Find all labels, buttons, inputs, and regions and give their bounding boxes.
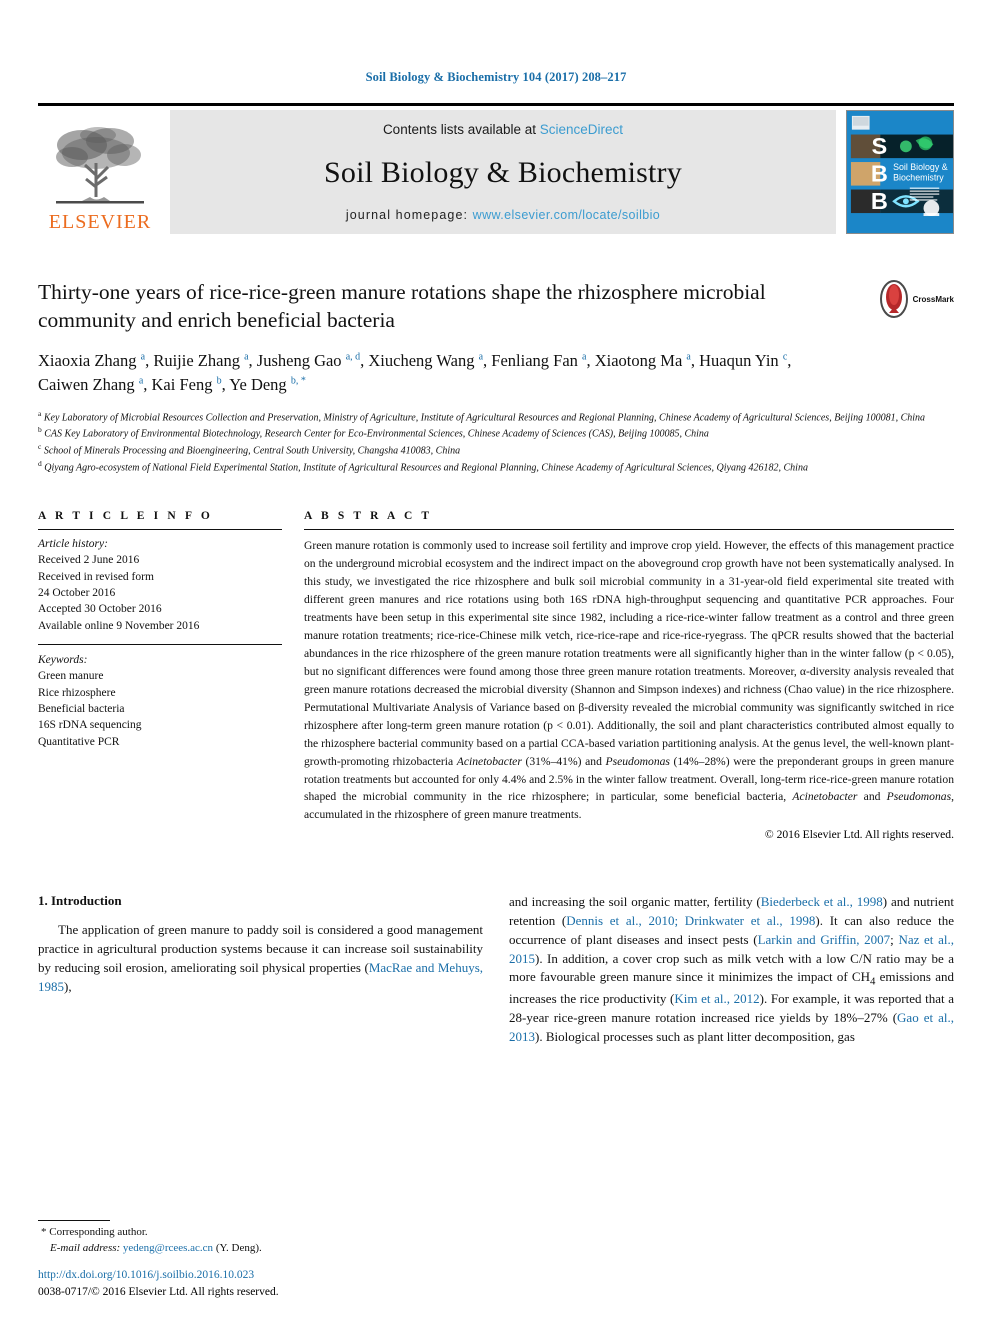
journal-band: Contents lists available at ScienceDirec… (170, 110, 836, 234)
issn-copyright-line: 0038-0717/© 2016 Elsevier Ltd. All right… (38, 1285, 279, 1298)
body-column-right: and increasing the soil organic matter, … (509, 893, 954, 1046)
affiliation-text: CAS Key Laboratory of Environmental Biot… (44, 428, 709, 440)
abstract-rule (304, 528, 954, 530)
elsevier-tree-icon (56, 127, 144, 204)
corresponding-author-text: Corresponding author. (49, 1226, 148, 1239)
keywords-label: Keywords: (38, 653, 88, 666)
body-columns: 1. Introduction The application of green… (38, 893, 954, 1046)
introduction-heading: 1. Introduction (38, 893, 122, 909)
keyword-item: Green manure (38, 670, 104, 683)
keyword-item: Rice rhizosphere (38, 686, 116, 699)
history-item: Received 2 June 2016 (38, 554, 140, 567)
elsevier-logo: ELSEVIER (38, 110, 162, 234)
asterisk-icon: * (41, 1226, 47, 1239)
article-info-heading: A R T I C L E I N F O (38, 509, 213, 522)
email-line: E-mail address: yedeng@rcees.ac.cn (Y. D… (38, 1241, 468, 1257)
svg-text:B: B (871, 188, 888, 214)
affiliation-text: Qiyang Agro-ecosystem of National Field … (44, 462, 808, 474)
article-info-column: A R T I C L E I N F O Article history: R… (38, 510, 282, 842)
abstract-copyright: © 2016 Elsevier Ltd. All rights reserved… (764, 828, 954, 842)
doi-link[interactable]: http://dx.doi.org/10.1016/j.soilbio.2016… (38, 1269, 254, 1281)
sciencedirect-link[interactable]: ScienceDirect (540, 122, 623, 137)
affiliation-item: b CAS Key Laboratory of Environmental Bi… (38, 425, 954, 442)
history-item: 24 October 2016 (38, 586, 116, 599)
affiliation-mark: c (38, 442, 42, 452)
homepage-url-link[interactable]: www.elsevier.com/locate/soilbio (473, 208, 660, 222)
body-column-left: 1. Introduction The application of green… (38, 893, 483, 1046)
contents-label: Contents lists available at (382, 122, 540, 137)
affiliation-mark: b (38, 425, 42, 435)
affiliation-text: School of Minerals Processing and Bioeng… (43, 445, 461, 457)
svg-text:Biochemistry: Biochemistry (893, 173, 944, 183)
keywords-block: Keywords: Green manure Rice rhizosphere … (38, 643, 282, 750)
masthead-top-rule (38, 103, 954, 106)
abstract-column: A B S T R A C T Green manure rotation is… (304, 509, 954, 842)
cover-artwork: S B B Soil Biology & Biochemistry (847, 111, 953, 231)
svg-text:S: S (872, 133, 888, 159)
svg-text:Soil Biology &: Soil Biology & (893, 162, 948, 172)
journal-masthead: ELSEVIER Contents lists available at Sci… (38, 110, 954, 234)
running-head: Soil Biology & Biochemistry 104 (2017) 2… (365, 70, 627, 84)
corresponding-author-line: * Corresponding author. (38, 1225, 468, 1241)
introduction-paragraph-right: and increasing the soil organic matter, … (509, 894, 954, 1044)
email-link[interactable]: yedeng@rcees.ac.cn (123, 1242, 213, 1254)
footnote-block: * Corresponding author. E-mail address: … (38, 1220, 468, 1257)
footnote-rule (38, 1220, 110, 1222)
affiliation-text: Key Laboratory of Microbial Resources Co… (43, 411, 926, 423)
email-suffix: (Y. Deng). (213, 1242, 262, 1255)
history-item: Available online 9 November 2016 (38, 619, 200, 632)
affiliation-item: d Qiyang Agro-ecosystem of National Fiel… (38, 459, 954, 476)
article-history-label: Article history: (38, 537, 108, 550)
doi-block: http://dx.doi.org/10.1016/j.soilbio.2016… (38, 1267, 279, 1302)
keyword-item: Quantitative PCR (38, 735, 120, 748)
history-item: Received in revised form (38, 570, 154, 583)
journal-cover-thumbnail[interactable]: S B B Soil Biology & Biochemistry (846, 110, 954, 234)
title-block: Thirty-one years of rice-rice-green manu… (38, 278, 954, 397)
email-label: E-mail address: (50, 1242, 123, 1255)
crossmark-label: CrossMark (912, 294, 954, 304)
history-item: Accepted 30 October 2016 (38, 603, 162, 616)
contents-lists-line: Contents lists available at ScienceDirec… (383, 122, 623, 137)
abstract-text: Green manure rotation is commonly used t… (304, 538, 954, 822)
affiliation-item: a Key Laboratory of Microbial Resources … (38, 409, 954, 426)
affiliation-item: c School of Minerals Processing and Bioe… (38, 442, 954, 459)
crossmark-icon (879, 280, 908, 318)
journal-homepage-line: journal homepage: www.elsevier.com/locat… (346, 208, 660, 222)
elsevier-wordmark: ELSEVIER (48, 211, 152, 233)
keyword-item: 16S rDNA sequencing (38, 719, 142, 732)
homepage-label: journal homepage: (345, 208, 473, 222)
affiliation-list: a Key Laboratory of Microbial Resources … (38, 409, 954, 476)
introduction-paragraph-left: The application of green manure to paddy… (38, 922, 484, 994)
svg-text:B: B (871, 161, 888, 187)
keyword-item: Beneficial bacteria (38, 702, 125, 715)
article-info-rule (38, 528, 282, 530)
affiliation-mark: a (38, 408, 42, 418)
affiliation-mark: d (38, 459, 42, 469)
abstract-heading: A B S T R A C T (304, 509, 433, 522)
journal-title: Soil Biology & Biochemistry (324, 155, 682, 189)
article-page: Soil Biology & Biochemistry 104 (2017) 2… (0, 0, 992, 1323)
page-title: Thirty-one years of rice-rice-green manu… (38, 280, 766, 333)
crossmark-badge[interactable]: CrossMark (879, 280, 954, 318)
author-list: Xiaoxia Zhang a, Ruijie Zhang a, Jusheng… (38, 350, 792, 394)
info-abstract-section: A R T I C L E I N F O Article history: R… (38, 509, 954, 842)
article-history-block: Article history: Received 2 June 2016 Re… (38, 536, 282, 634)
